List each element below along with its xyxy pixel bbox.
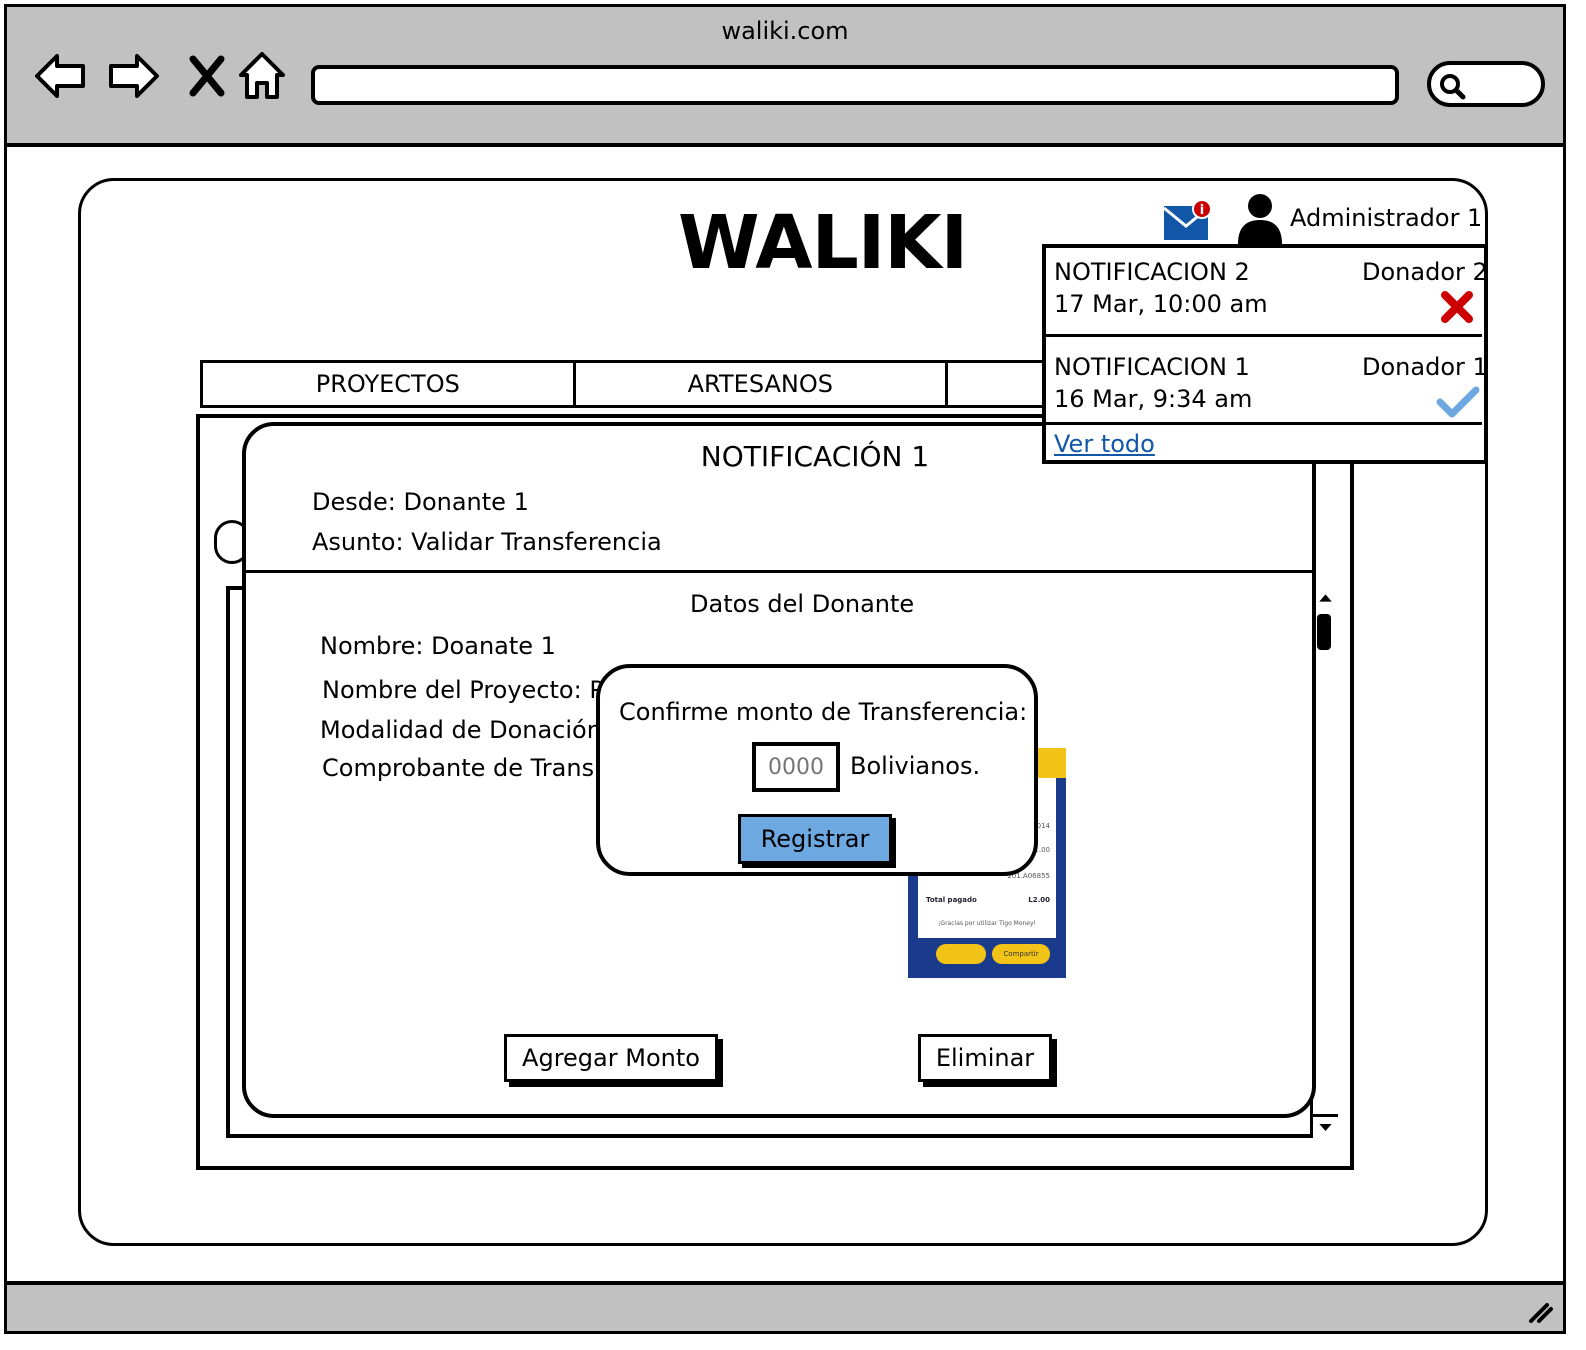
register-button[interactable]: Registrar — [738, 814, 892, 864]
site-logo[interactable]: WALIKI — [678, 200, 968, 286]
scroll-down-icon[interactable] — [1313, 1114, 1338, 1138]
donor-modality: Modalidad de Donación — [320, 716, 602, 744]
donor-name: Nombre: Doanate 1 — [320, 632, 556, 660]
receipt-total-value: L2.00 — [1028, 896, 1050, 904]
notification-date: 17 Mar, 10:00 am — [1054, 290, 1268, 318]
receipt-total-label: Total pagado — [926, 896, 977, 904]
forward-arrow-icon[interactable] — [107, 49, 161, 103]
close-icon[interactable] — [181, 49, 235, 103]
main-nav: PROYECTOS ARTESANOS — [200, 360, 1070, 408]
resize-handle-icon[interactable] — [1527, 1297, 1555, 1325]
notification-date: 16 Mar, 9:34 am — [1054, 385, 1253, 413]
user-avatar-icon[interactable] — [1236, 192, 1284, 244]
donor-project: Nombre del Proyecto: P — [322, 676, 604, 704]
delete-button[interactable]: Eliminar — [918, 1034, 1052, 1082]
address-bar[interactable] — [311, 65, 1399, 105]
search-icon — [1440, 74, 1466, 100]
scroll-up-icon[interactable] — [1313, 586, 1338, 610]
currency-label: Bolivianos. — [850, 752, 981, 780]
view-all-link[interactable]: Ver todo — [1054, 430, 1155, 458]
scroll-thumb[interactable] — [1317, 614, 1331, 650]
receipt-line: 014 — [1036, 822, 1050, 830]
notification-separator — [1046, 334, 1482, 337]
notification-sender: Donador 1 — [1362, 353, 1488, 381]
browser-search[interactable] — [1427, 61, 1545, 107]
user-name[interactable]: Administrador 1 — [1290, 204, 1482, 232]
svg-text:i: i — [1200, 203, 1204, 218]
notification-separator — [1046, 422, 1482, 425]
notification-title[interactable]: NOTIFICACION 2 — [1054, 258, 1250, 286]
donor-section-title: Datos del Donante — [690, 590, 915, 618]
amount-input[interactable] — [752, 742, 840, 792]
receipt-button — [936, 944, 986, 964]
modal-subject: Asunto: Validar Transferencia — [312, 528, 662, 556]
confirm-prompt: Confirme monto de Transferencia: — [619, 698, 1028, 726]
back-arrow-icon[interactable] — [33, 49, 87, 103]
check-icon — [1436, 386, 1480, 418]
browser-statusbar — [7, 1281, 1563, 1331]
tab-proyectos[interactable]: PROYECTOS — [203, 363, 576, 405]
add-amount-button[interactable]: Agregar Monto — [504, 1034, 718, 1082]
browser-title: waliki.com — [721, 17, 849, 45]
tab-artesanos[interactable]: ARTESANOS — [576, 363, 949, 405]
modal-from: Desde: Donante 1 — [312, 488, 529, 516]
home-icon[interactable] — [235, 49, 289, 103]
modal-divider — [246, 570, 1312, 573]
browser-toolbar: waliki.com — [7, 7, 1563, 147]
notification-sender: Donador 2 — [1362, 258, 1488, 286]
notification-title[interactable]: NOTIFICACION 1 — [1054, 353, 1250, 381]
receipt-thanks: ¡Gracias por utilizar Tigo Money! — [938, 920, 1036, 927]
red-x-icon — [1441, 291, 1473, 323]
donor-receipt-label: Comprobante de Trans — [322, 754, 595, 782]
mail-icon[interactable]: i — [1162, 200, 1214, 244]
receipt-share: Compartir — [992, 944, 1050, 964]
